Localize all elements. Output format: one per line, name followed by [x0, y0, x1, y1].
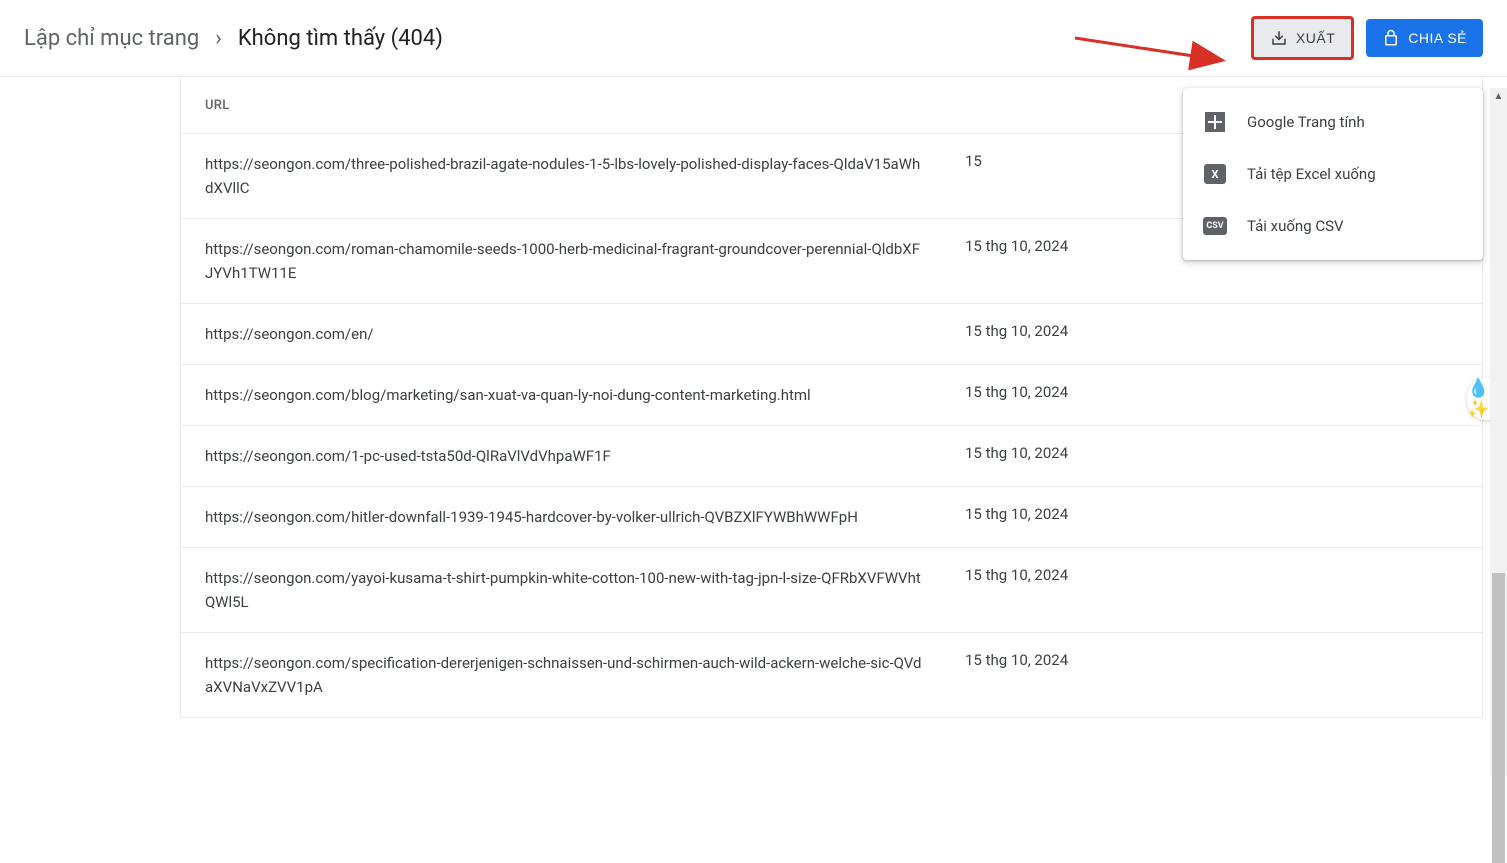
scrollbar[interactable]: ▲: [1490, 88, 1507, 776]
table-row[interactable]: https://seongon.com/blog/marketing/san-x…: [181, 364, 1482, 425]
table-row[interactable]: https://seongon.com/1-pc-used-tsta50d-Ql…: [181, 425, 1482, 486]
export-dropdown: Google Trang tính X Tải tệp Excel xuống …: [1183, 88, 1483, 260]
url-cell: https://seongon.com/en/: [205, 322, 965, 346]
scrollbar-thumb[interactable]: [1492, 573, 1505, 863]
date-cell: 15: [965, 152, 1195, 170]
url-cell: https://seongon.com/specification-dererj…: [205, 651, 965, 699]
csv-icon: CSV: [1203, 214, 1227, 238]
url-cell: https://seongon.com/roman-chamomile-seed…: [205, 237, 965, 285]
download-icon: [1270, 29, 1288, 47]
table-row[interactable]: https://seongon.com/en/ 15 thg 10, 2024: [181, 303, 1482, 364]
table-row[interactable]: https://seongon.com/specification-dererj…: [181, 632, 1482, 717]
date-cell: 15 thg 10, 2024: [965, 237, 1195, 255]
date-cell: 15 thg 10, 2024: [965, 505, 1195, 523]
export-button-label: XUẤT: [1296, 30, 1335, 46]
export-excel[interactable]: X Tải tệp Excel xuống: [1183, 148, 1483, 200]
share-button[interactable]: CHIA SẺ: [1366, 19, 1483, 57]
date-cell: 15 thg 10, 2024: [965, 383, 1195, 401]
date-cell: 15 thg 10, 2024: [965, 651, 1195, 669]
breadcrumb-current: Không tìm thấy (404): [238, 26, 443, 51]
url-cell: https://seongon.com/hitler-downfall-1939…: [205, 505, 965, 529]
chevron-right-icon: ›: [215, 26, 222, 51]
date-cell: 15 thg 10, 2024: [965, 566, 1195, 584]
breadcrumb-parent[interactable]: Lập chỉ mục trang: [24, 26, 199, 51]
lock-icon: [1382, 29, 1400, 47]
export-excel-label: Tải tệp Excel xuống: [1247, 165, 1376, 183]
date-cell: 15 thg 10, 2024: [965, 322, 1195, 340]
table-row[interactable]: https://seongon.com/yayoi-kusama-t-shirt…: [181, 547, 1482, 632]
url-cell: https://seongon.com/1-pc-used-tsta50d-Ql…: [205, 444, 965, 468]
table-row[interactable]: https://seongon.com/hitler-downfall-1939…: [181, 486, 1482, 547]
export-google-sheets[interactable]: Google Trang tính: [1183, 96, 1483, 148]
export-csv[interactable]: CSV Tải xuống CSV: [1183, 200, 1483, 252]
export-csv-label: Tải xuống CSV: [1247, 217, 1344, 235]
export-button[interactable]: XUẤT: [1251, 16, 1354, 60]
page-header: Lập chỉ mục trang › Không tìm thấy (404)…: [0, 0, 1507, 77]
header-actions: XUẤT CHIA SẺ: [1251, 16, 1483, 60]
excel-icon: X: [1203, 162, 1227, 186]
url-cell: https://seongon.com/blog/marketing/san-x…: [205, 383, 965, 407]
scrollbar-up-icon[interactable]: ▲: [1490, 88, 1507, 105]
column-header-url[interactable]: URL: [205, 98, 1228, 113]
url-cell: https://seongon.com/three-polished-brazi…: [205, 152, 965, 200]
share-button-label: CHIA SẺ: [1408, 30, 1467, 46]
url-cell: https://seongon.com/yayoi-kusama-t-shirt…: [205, 566, 965, 614]
breadcrumb: Lập chỉ mục trang › Không tìm thấy (404): [24, 26, 443, 51]
export-sheets-label: Google Trang tính: [1247, 113, 1365, 131]
date-cell: 15 thg 10, 2024: [965, 444, 1195, 462]
sheets-icon: [1203, 110, 1227, 134]
